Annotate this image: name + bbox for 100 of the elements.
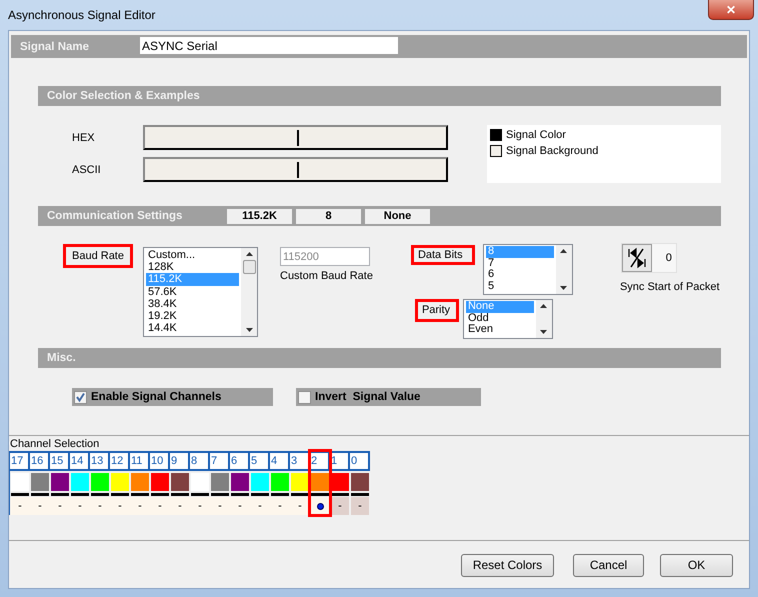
sync-toggle-button[interactable] <box>622 244 652 272</box>
channel-number[interactable]: 6 <box>230 451 250 471</box>
checkbox[interactable] <box>74 390 87 404</box>
channel-number[interactable]: 12 <box>110 451 130 471</box>
baud-rate-label: Baud Rate <box>63 244 133 268</box>
scroll-down-icon[interactable] <box>540 330 548 334</box>
list-item[interactable]: Custom... <box>146 249 239 262</box>
channel-state[interactable]: - <box>218 500 222 512</box>
channel-state[interactable]: - <box>138 500 142 512</box>
checkbox-option[interactable]: Invert Signal Value <box>296 388 481 406</box>
channel-number[interactable]: 10 <box>150 451 170 471</box>
channel-state[interactable]: - <box>158 500 162 512</box>
channel-state[interactable]: - <box>238 500 242 512</box>
scroll-up-icon[interactable] <box>560 249 568 253</box>
channel-color[interactable] <box>171 473 189 491</box>
list-item[interactable]: Odd <box>466 312 534 324</box>
channel-number[interactable]: 9 <box>170 451 190 471</box>
channel-state[interactable]: - <box>118 500 122 512</box>
checkbox-label: Invert Signal Value <box>315 391 420 403</box>
section-title: Communication Settings <box>46 210 184 222</box>
channel-number[interactable]: 5 <box>250 451 270 471</box>
data-bits-list[interactable]: 8 7 6 5 <box>482 244 573 295</box>
channel-color[interactable] <box>91 473 109 491</box>
channel-color[interactable] <box>211 473 229 491</box>
list-item[interactable]: 38.4K <box>146 298 239 310</box>
baud-rate-list[interactable]: Custom... 128K 115.2K 57.6K 38.4K 19.2K 14.4K <box>143 247 258 337</box>
channel-number[interactable]: 14 <box>70 451 90 471</box>
channel-number[interactable]: 3 <box>290 451 310 471</box>
scroll-up-icon[interactable] <box>540 304 548 308</box>
channel-number[interactable]: 11 <box>130 451 150 471</box>
channel-color[interactable] <box>111 473 129 491</box>
parity-label: Parity <box>414 299 459 322</box>
channel-selection-label: Channel Selection <box>9 438 100 451</box>
window-title: Asynchronous Signal Editor <box>8 8 156 22</box>
list-item[interactable]: 6 <box>486 269 554 280</box>
legend-label: Signal Color <box>506 129 566 141</box>
toggle-arrows-icon <box>626 247 648 269</box>
channel-state[interactable]: - <box>58 500 62 512</box>
channel-color[interactable] <box>311 473 329 491</box>
example-label: HEX <box>71 132 96 144</box>
legend-label: Signal Background <box>506 145 598 157</box>
channel-color[interactable] <box>271 473 289 491</box>
scroll-down-icon[interactable] <box>560 286 568 290</box>
scrollbar[interactable] <box>241 248 257 336</box>
dialog-button[interactable]: Cancel <box>573 554 644 576</box>
channel-color[interactable] <box>291 473 309 491</box>
section-title: Color Selection & Examples <box>46 90 200 102</box>
signal-name-field[interactable]: ASYNC Serial <box>140 37 398 54</box>
channel-number[interactable]: 17 <box>10 451 30 471</box>
scrollbar[interactable] <box>536 300 552 338</box>
channel-state[interactable]: - <box>98 500 102 512</box>
sync-label: Sync Start of Packet <box>620 281 720 293</box>
scroll-up-icon[interactable] <box>246 252 252 256</box>
scroll-down-icon[interactable] <box>246 328 252 332</box>
channel-color[interactable] <box>151 473 169 491</box>
list-item[interactable]: 7 <box>486 258 554 269</box>
summary-value: None <box>365 208 430 224</box>
channel-number[interactable]: 2 <box>310 451 330 471</box>
channel-color[interactable] <box>231 473 249 491</box>
channel-color[interactable] <box>251 473 269 491</box>
dialog-button[interactable]: OK <box>660 554 733 576</box>
signal-name-label: Signal Name <box>19 40 90 52</box>
checkbox[interactable] <box>298 390 311 404</box>
list-item[interactable]: Even <box>466 324 534 336</box>
channel-state[interactable]: - <box>178 500 182 512</box>
channel-state[interactable]: - <box>38 500 42 512</box>
scroll-thumb[interactable] <box>242 260 256 274</box>
example-label: ASCII <box>71 164 102 176</box>
channel-state[interactable]: - <box>258 500 262 512</box>
channel-state[interactable]: - <box>18 500 22 512</box>
channel-color[interactable] <box>31 473 49 491</box>
channel-color[interactable] <box>131 473 149 491</box>
channel-state[interactable]: - <box>198 500 202 512</box>
channel-number[interactable]: 8 <box>190 451 210 471</box>
selected-dot-icon[interactable] <box>316 502 324 510</box>
channel-number[interactable]: 13 <box>90 451 110 471</box>
color-swatch[interactable] <box>490 129 502 141</box>
list-item[interactable]: 5 <box>486 280 554 292</box>
channel-color[interactable] <box>11 473 29 491</box>
channel-color[interactable] <box>71 473 89 491</box>
dialog-button[interactable]: Reset Colors <box>461 554 554 576</box>
channel-state[interactable]: - <box>278 500 282 512</box>
list-item[interactable]: 57.6K <box>146 286 239 298</box>
color-swatch[interactable] <box>490 145 502 157</box>
custom-baud-label: Custom Baud Rate <box>280 270 373 282</box>
list-item[interactable]: 128K <box>146 261 239 274</box>
section-title: Misc. <box>46 352 76 364</box>
channel-number[interactable]: 7 <box>210 451 230 471</box>
channel-state[interactable]: - <box>78 500 82 512</box>
checkbox-option[interactable]: Enable Signal Channels <box>72 388 273 406</box>
channel-number[interactable]: 15 <box>50 451 70 471</box>
parity-list[interactable]: None Odd Even <box>462 299 553 339</box>
list-item[interactable]: 14.4K <box>146 322 239 334</box>
channel-color[interactable] <box>51 473 69 491</box>
list-item[interactable]: 19.2K <box>146 310 239 322</box>
sync-value: 0 <box>666 252 672 264</box>
channel-number[interactable]: 16 <box>30 451 50 471</box>
channel-state[interactable]: - <box>298 500 302 512</box>
channel-number[interactable]: 4 <box>270 451 290 471</box>
scrollbar[interactable] <box>556 245 572 294</box>
